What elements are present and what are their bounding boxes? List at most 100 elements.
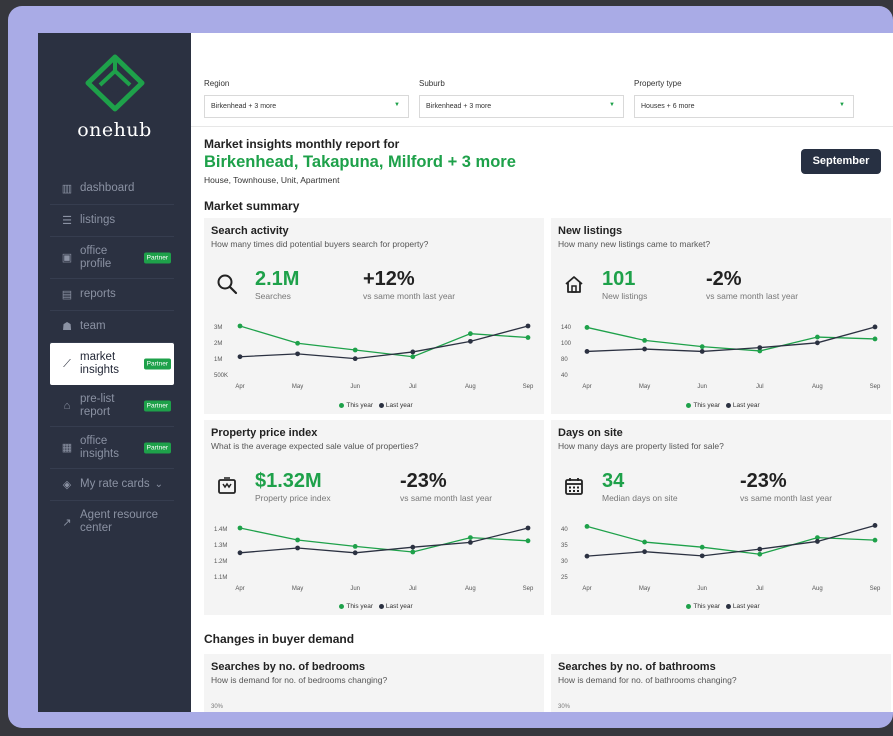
sidebar-item-label: dashboard — [80, 182, 135, 194]
card-title: Searches by no. of bathrooms — [558, 661, 716, 673]
filter-label: Suburb — [419, 79, 445, 88]
tag-icon: ◈ — [62, 479, 72, 491]
caret-down-icon: ▼ — [609, 102, 615, 108]
legend-this-year: This year — [693, 402, 721, 409]
search-activity-card: Search activity How many times did poten… — [204, 218, 544, 414]
card-subtitle: How many new listings came to market? — [558, 239, 711, 249]
x-tick-label: Jul — [409, 586, 417, 592]
data-point-this-year — [642, 539, 647, 545]
last-year-legend-dot — [378, 402, 384, 408]
card-change-label: vs same month last year — [740, 493, 833, 503]
data-point-this-year — [410, 549, 416, 555]
x-tick-label: Aug — [465, 384, 476, 390]
card-value-label: Median days on site — [602, 493, 678, 503]
data-point-last-year — [872, 324, 878, 330]
y-tick-label: 1.2M — [214, 559, 227, 565]
property-type-select[interactable]: Houses + 6 more ▼ — [634, 95, 854, 118]
chart-legend: This year Last year — [551, 402, 891, 409]
chevron-down-icon: ⌄ — [154, 479, 164, 490]
select-value: Birkenhead + 3 more — [211, 103, 277, 110]
sidebar-item-dashboard[interactable]: ▥ dashboard — [50, 173, 174, 205]
team-icon: ☗ — [62, 321, 72, 333]
sidebar-item-label: market insights — [80, 351, 119, 376]
home-icon — [565, 276, 583, 293]
sidebar-item-agent-resource-center[interactable]: ↗ Agent resource center — [50, 501, 174, 543]
sidebar-item-office-profile[interactable]: ▣ office profile Partner — [50, 237, 174, 279]
data-point-last-year — [815, 539, 820, 544]
data-point-last-year — [699, 553, 705, 559]
data-point-this-year — [584, 325, 590, 330]
data-point-last-year — [468, 540, 473, 545]
buyer-demand-heading: Changes in buyer demand — [204, 632, 355, 646]
filter-label: Region — [204, 79, 230, 88]
data-point-last-year — [237, 354, 243, 360]
card-change: +12% — [363, 268, 415, 290]
sidebar-item-label: team — [80, 320, 106, 332]
this-year-legend-dot — [686, 402, 692, 408]
chart-legend: This year Last year — [204, 402, 544, 409]
sidebar-item-market-insights[interactable]: ⟋ market insights Partner — [50, 343, 174, 385]
sidebar-item-reports[interactable]: ▤ reports — [50, 279, 174, 311]
y-tick-label: 100 — [561, 341, 572, 347]
sidebar-item-label: reports — [80, 288, 116, 300]
report-title: Market insights monthly report for — [204, 137, 400, 151]
x-tick-label: Jun — [350, 586, 360, 592]
x-tick-label: Jun — [697, 586, 707, 592]
last-year-legend-dot — [378, 603, 384, 609]
building-icon: ▦ — [61, 442, 73, 454]
data-point-last-year — [757, 546, 763, 552]
sidebar-item-rate-cards[interactable]: ◈ My rate cards ⌄ — [50, 469, 174, 501]
data-point-last-year — [872, 523, 878, 528]
data-point-last-year — [410, 544, 416, 550]
x-tick-label: Sep — [870, 586, 881, 592]
y-tick-label: 25 — [561, 575, 568, 581]
series-line-last-year — [586, 524, 876, 557]
external-link-icon: ↗ — [62, 516, 72, 529]
data-point-last-year — [352, 356, 358, 362]
card-change: -23% — [740, 470, 787, 492]
data-point-last-year — [815, 340, 820, 346]
data-point-last-year — [352, 550, 358, 556]
card-subtitle: How is demand for no. of bedrooms changi… — [211, 675, 388, 685]
search-icon — [217, 274, 238, 295]
onehub-logo — [85, 54, 145, 112]
region-select[interactable]: Birkenhead + 3 more ▼ — [204, 95, 409, 118]
data-point-this-year — [699, 344, 705, 350]
suburb-select[interactable]: Birkenhead + 3 more ▼ — [419, 95, 624, 118]
x-tick-label: Jul — [756, 586, 764, 592]
caret-down-icon: ▼ — [394, 102, 400, 108]
x-tick-label: May — [292, 586, 303, 592]
sidebar-item-label: listings — [80, 214, 116, 226]
chart-tick-label: 30% — [211, 704, 224, 710]
series-line-this-year — [586, 525, 876, 555]
card-subtitle: How is demand for no. of bathrooms chang… — [558, 675, 737, 685]
data-point-last-year — [642, 549, 647, 555]
partner-badge: Partner — [143, 358, 171, 370]
legend-last-year: Last year — [385, 603, 413, 610]
card-value: 2.1M — [255, 268, 300, 290]
days-on-site-card: Days on site How many days are property … — [551, 420, 891, 615]
search-activity-chart: 3M 2M 1M 500K Apr May Jun Jul Aug Sep — [214, 323, 534, 390]
sidebar-item-office-insights[interactable]: ▦ office insights Partner — [50, 427, 174, 469]
dashboard-icon: ▥ — [61, 183, 73, 195]
sidebar-item-pre-list-report[interactable]: ⌂ pre-list report Partner — [50, 385, 174, 427]
card-title: Searches by no. of bedrooms — [211, 661, 366, 673]
data-point-this-year — [525, 538, 531, 544]
card-subtitle: How many days are property listed for sa… — [558, 441, 724, 451]
report-property-types: House, Townhouse, Unit, Apartment — [204, 175, 340, 185]
sidebar-item-team[interactable]: ☗ team — [50, 311, 174, 343]
month-button[interactable]: September — [801, 149, 881, 174]
x-tick-label: Aug — [812, 384, 823, 390]
legend-last-year: Last year — [732, 402, 760, 409]
office-profile-icon: ▣ — [61, 252, 73, 264]
main-content: Region Birkenhead + 3 more ▼ Suburb Birk… — [191, 33, 893, 712]
select-value: Houses + 6 more — [641, 103, 695, 110]
card-value-label: Searches — [255, 291, 291, 301]
y-tick-label: 1.3M — [214, 543, 227, 549]
data-point-this-year — [237, 525, 243, 531]
y-tick-label: 40 — [561, 373, 568, 379]
data-point-this-year — [584, 524, 590, 529]
y-tick-label: 30 — [561, 559, 568, 565]
sidebar-item-listings[interactable]: ☰ listings — [50, 205, 174, 237]
data-point-this-year — [699, 544, 705, 550]
